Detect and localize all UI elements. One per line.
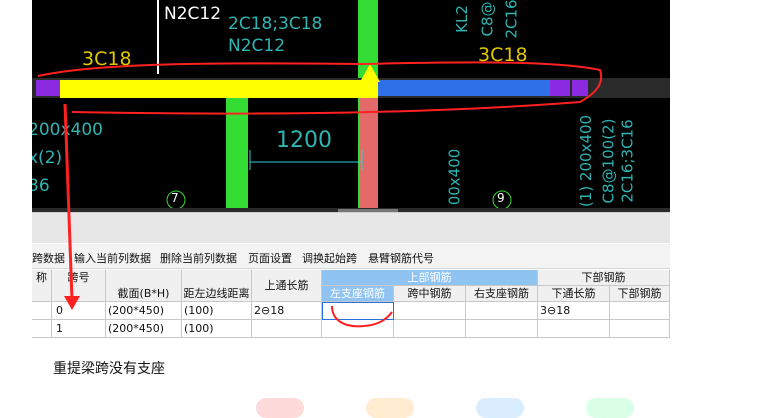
decorative-dot-blue bbox=[476, 398, 524, 418]
caption-text: 重提梁跨没有支座 bbox=[53, 361, 165, 377]
red-arrow-annotation bbox=[63, 103, 80, 310]
decorative-dot-green bbox=[586, 398, 634, 418]
decorative-dot-orange bbox=[366, 398, 414, 418]
decorative-dot-red bbox=[256, 398, 304, 418]
